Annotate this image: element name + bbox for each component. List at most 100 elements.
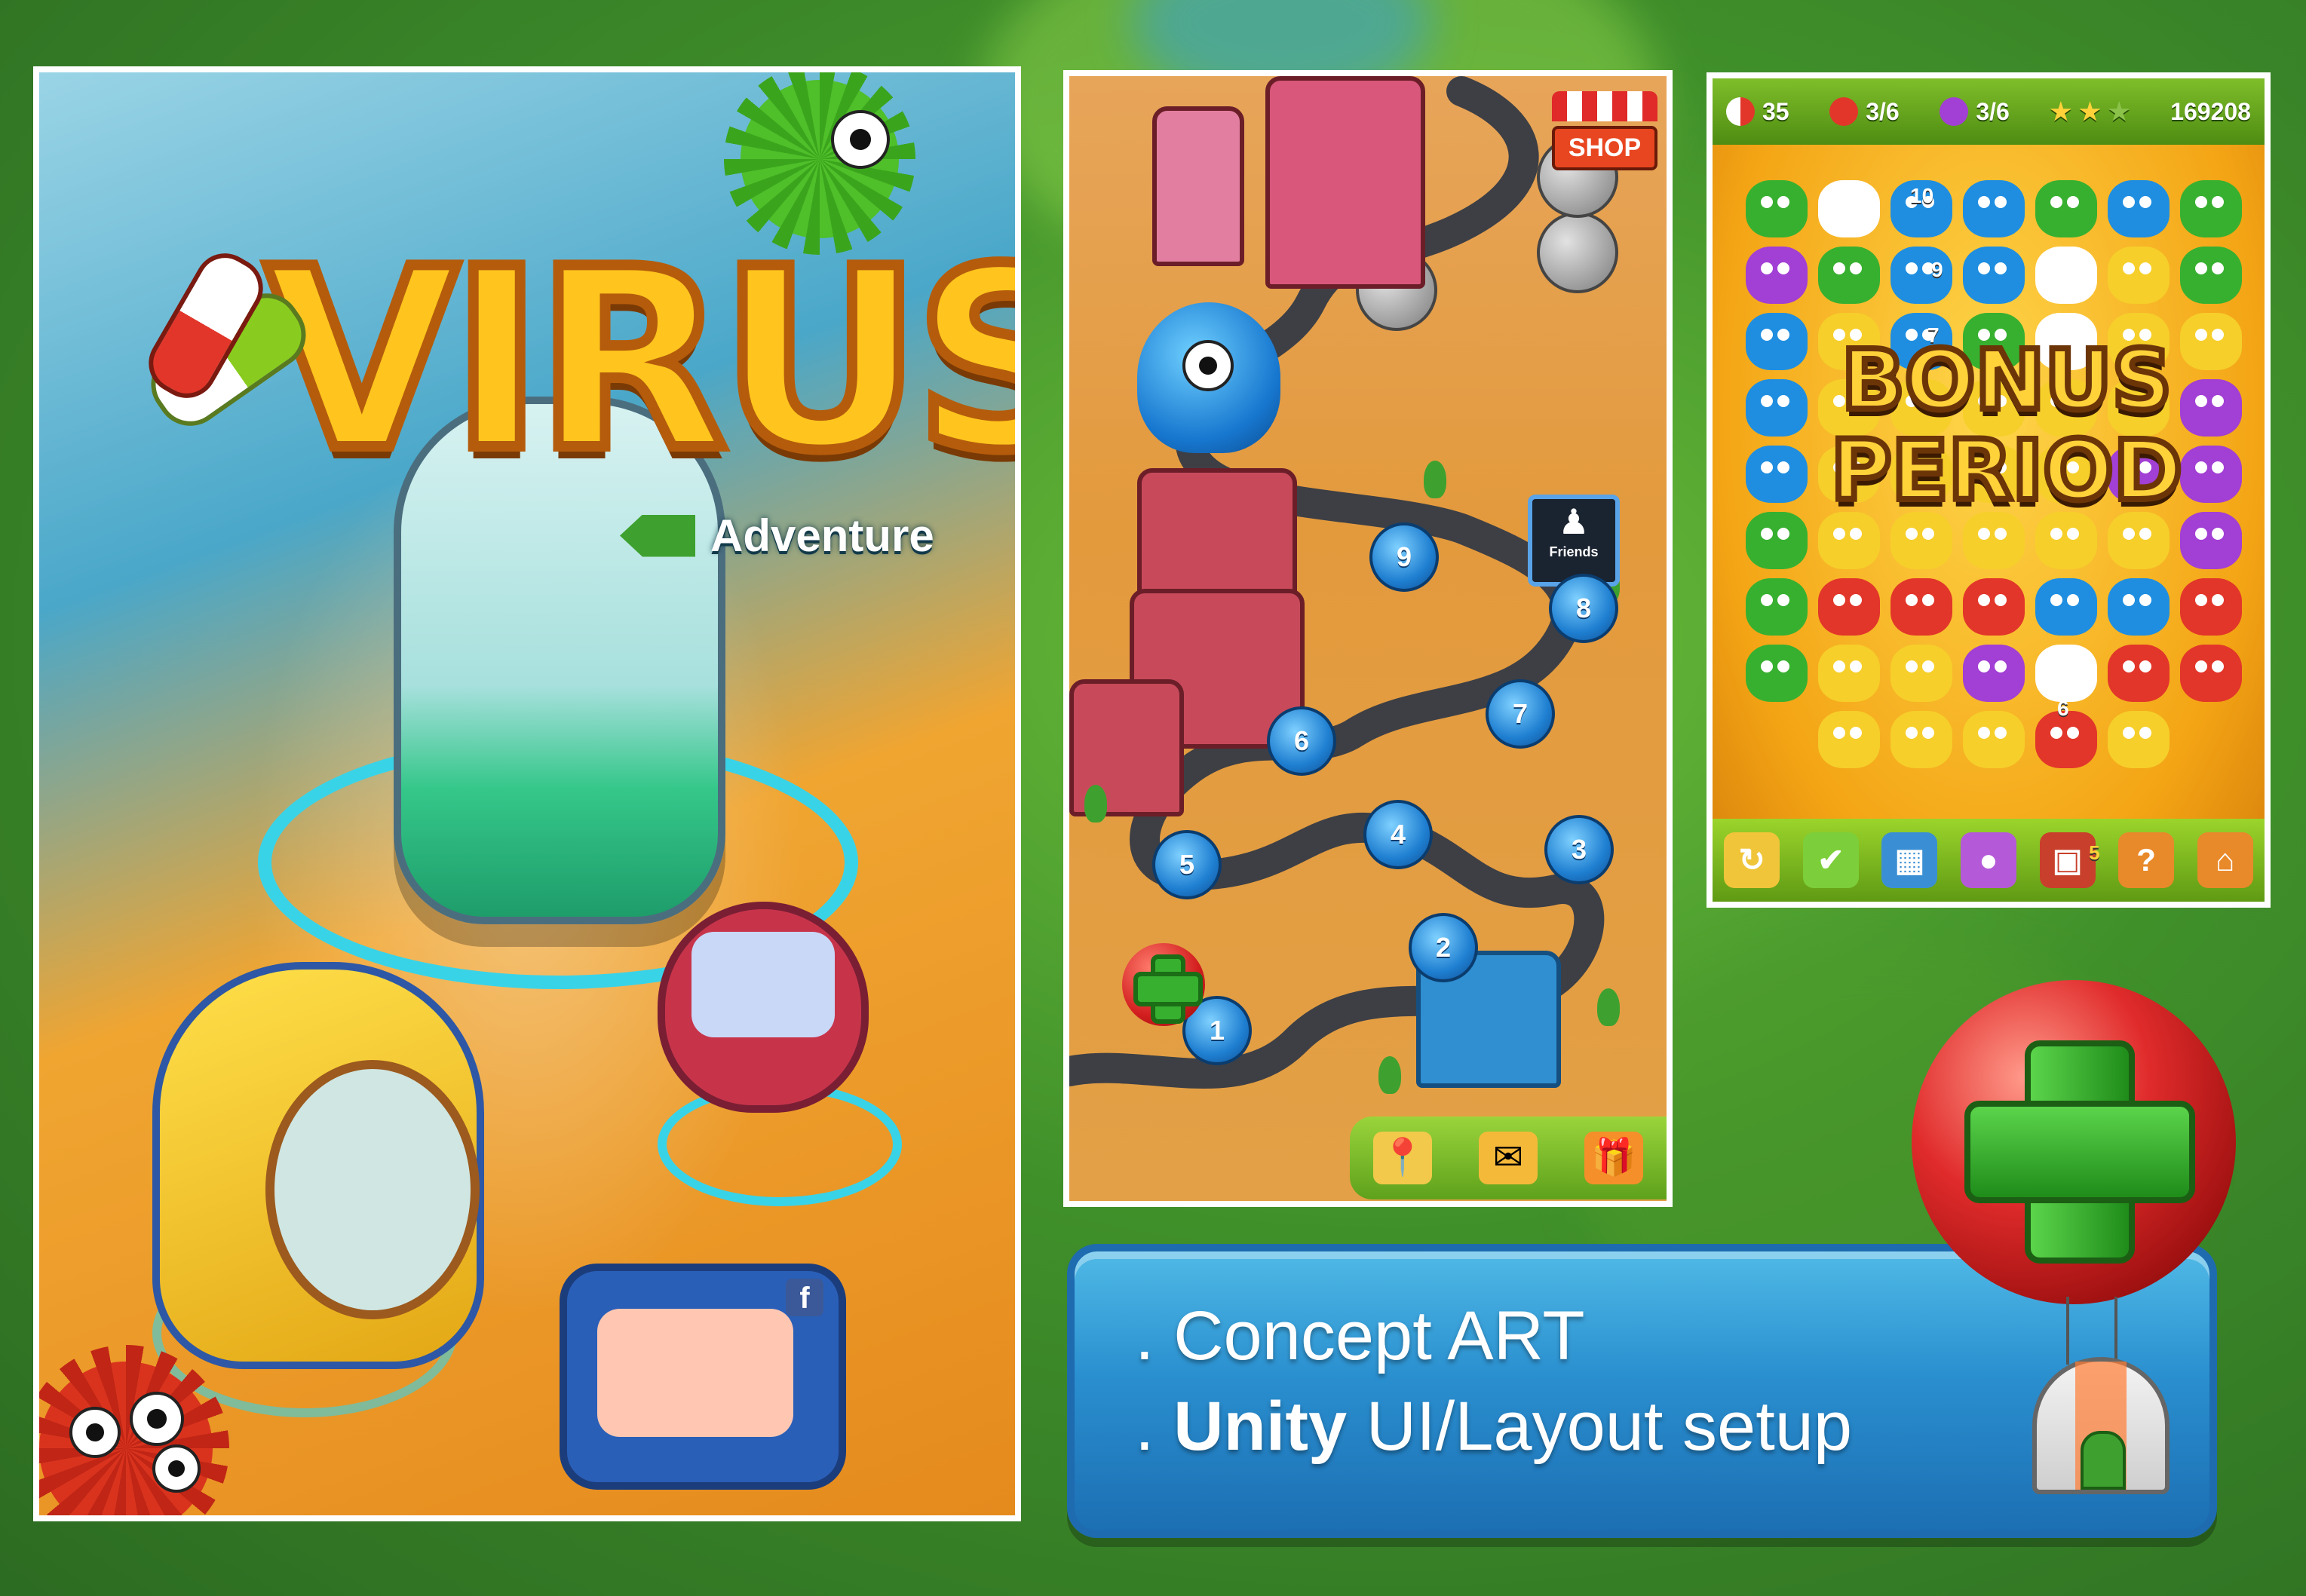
virus-tile[interactable]	[2180, 512, 2242, 569]
virus-tile[interactable]	[1746, 313, 1808, 370]
friends-label: Friends	[1549, 544, 1599, 559]
chest-badge: 5	[2089, 841, 2100, 864]
virus-tile[interactable]	[2108, 247, 2170, 304]
level-node-8[interactable]: 8	[1549, 574, 1618, 643]
home-icon[interactable]: ⌂	[2197, 832, 2253, 888]
virus-tile[interactable]	[1963, 578, 2025, 636]
tree-icon	[1378, 1056, 1401, 1094]
virus-tile[interactable]	[1890, 578, 1952, 636]
virus-tile[interactable]	[2180, 313, 2242, 370]
balloon-strings	[2066, 1297, 2117, 1365]
tower-building	[1265, 76, 1425, 289]
red-pod-building[interactable]	[658, 902, 869, 1113]
purple-virus-count: 3/6	[1976, 97, 2010, 125]
map-pin-icon[interactable]: 📍	[1373, 1132, 1432, 1184]
virus-tile[interactable]	[2108, 711, 2170, 768]
virus-tile[interactable]	[2180, 645, 2242, 702]
star-icon: ★	[2108, 98, 2130, 125]
logo-text: VIRUS	[260, 210, 1021, 510]
virus-tile[interactable]	[1746, 578, 1808, 636]
pill-tile[interactable]	[1818, 180, 1880, 237]
red-virus-mascot-icon	[39, 1345, 229, 1515]
info-line-concept: . Concept ART	[1135, 1297, 1585, 1374]
red-virus-count: 3/6	[1866, 97, 1900, 125]
virus-tile[interactable]	[1890, 247, 1952, 304]
virus-tile[interactable]	[2180, 247, 2242, 304]
refresh-flask-icon[interactable]: ↻	[1724, 832, 1780, 888]
gift-icon[interactable]: 🎁	[1584, 1132, 1643, 1184]
monitor-screen	[597, 1309, 793, 1437]
virus-tile[interactable]	[2035, 512, 2097, 569]
map-screen-panel: SHOP ♟ Friends 9 8 7 6 4 3 5 2 1 📍 ✉ 🎁	[1063, 70, 1673, 1207]
virus-tile[interactable]	[1963, 247, 2025, 304]
booster-bar: ↻ ✔ ▦ ● ▣ 5 ? ⌂	[1713, 819, 2265, 902]
virus-tile[interactable]	[1818, 578, 1880, 636]
virus-tile[interactable]	[2180, 180, 2242, 237]
score-value: 169208	[2170, 97, 2251, 125]
virus-tile[interactable]	[2108, 645, 2170, 702]
virus-tile[interactable]	[2108, 180, 2170, 237]
health-balloon-icon	[1122, 943, 1205, 1026]
tree-icon	[1084, 785, 1107, 823]
tree-icon	[1424, 461, 1446, 498]
virus-tile[interactable]	[1746, 180, 1808, 237]
dropper-icon[interactable]: ✔	[1802, 832, 1859, 888]
shop-button[interactable]: SHOP	[1552, 91, 1657, 182]
star-icon: ★	[2079, 98, 2101, 125]
virus-tile[interactable]	[2035, 180, 2097, 237]
virus-tile[interactable]	[2180, 446, 2242, 503]
bonus-period-banner: BONUS PERIOD	[1826, 332, 2188, 519]
building	[1152, 106, 1244, 266]
red-virus-counter: 3/6	[1829, 97, 1900, 126]
mail-icon[interactable]: ✉	[1479, 1132, 1538, 1184]
virus-tile[interactable]	[1963, 711, 2025, 768]
virus-tile[interactable]	[1963, 180, 2025, 237]
virus-tile[interactable]	[1818, 645, 1880, 702]
map-bottom-bar: 📍 ✉ 🎁	[1350, 1117, 1667, 1199]
virus-tile[interactable]	[2035, 578, 2097, 636]
level-node-9[interactable]: 9	[1369, 522, 1439, 592]
pill-count-label: 9	[1931, 258, 1943, 281]
virus-tile[interactable]	[1890, 711, 1952, 768]
level-node-4[interactable]: 4	[1363, 800, 1433, 869]
green-virus-mascot-icon	[724, 72, 915, 255]
pill-tile[interactable]	[2035, 247, 2097, 304]
virus-tile[interactable]	[2108, 578, 2170, 636]
star-icon: ★	[2050, 98, 2072, 125]
yellow-pod-building[interactable]	[152, 962, 484, 1369]
virus-tile[interactable]	[1818, 247, 1880, 304]
virus-tile[interactable]	[1890, 645, 1952, 702]
grid-booster-icon[interactable]: ▦	[1881, 832, 1938, 888]
level-node-5[interactable]: 5	[1152, 830, 1222, 899]
shop-label: SHOP	[1552, 126, 1657, 170]
virus-tile[interactable]	[1818, 512, 1880, 569]
bonus-line2: PERIOD	[1828, 422, 2185, 519]
level-node-2[interactable]: 2	[1409, 913, 1478, 982]
help-button[interactable]: ?	[2118, 832, 2175, 888]
virus-tile[interactable]	[1746, 446, 1808, 503]
virus-tile[interactable]	[1746, 379, 1808, 437]
level-node-3[interactable]: 3	[1544, 815, 1614, 884]
pill-tile[interactable]	[2035, 645, 2097, 702]
virus-tile[interactable]	[1818, 711, 1880, 768]
friends-button[interactable]: ♟ Friends	[1528, 495, 1620, 587]
facebook-monitor-button[interactable]: f	[560, 1264, 846, 1490]
virus-tile[interactable]	[1746, 512, 1808, 569]
virus-tile[interactable]	[1963, 512, 2025, 569]
level-node-7[interactable]: 7	[1486, 679, 1555, 749]
pill-icon	[1726, 97, 1755, 126]
level-node-6[interactable]: 6	[1267, 706, 1336, 776]
treasure-chest-icon[interactable]: ▣ 5	[2039, 832, 2100, 888]
virus-tile[interactable]	[1746, 247, 1808, 304]
virus-tile[interactable]	[2180, 379, 2242, 437]
potion-icon[interactable]: ●	[1960, 832, 2016, 888]
virus-tile[interactable]	[1746, 645, 1808, 702]
bonus-line1: BONUS	[1838, 332, 2175, 428]
virus-tile[interactable]	[1963, 645, 2025, 702]
tree-icon	[1597, 988, 1620, 1026]
virus-tile[interactable]	[1890, 512, 1952, 569]
virus-tile[interactable]	[2108, 512, 2170, 569]
purple-virus-icon	[1940, 97, 1969, 126]
virus-tile[interactable]	[2180, 578, 2242, 636]
adventure-tag[interactable]: Adventure	[620, 510, 934, 562]
